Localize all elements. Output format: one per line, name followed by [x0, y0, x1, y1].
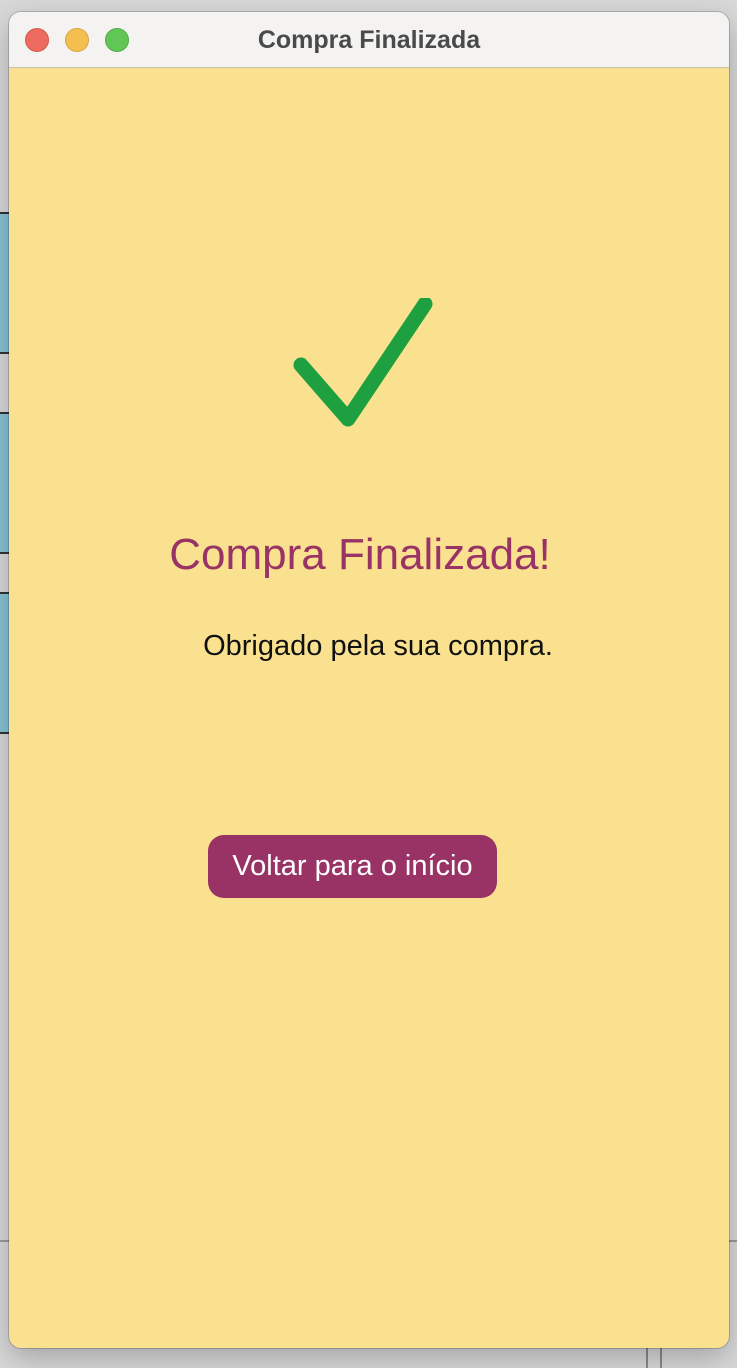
checkmark-icon [293, 298, 433, 427]
back-to-home-button[interactable]: Voltar para o início [208, 835, 497, 898]
window-title: Compra Finalizada [257, 26, 481, 54]
purchase-complete-window: Compra Finalizada Compra Finalizada! Obr… [9, 12, 729, 1348]
main-content: Compra Finalizada! Obrigado pela sua com… [9, 68, 729, 1348]
window-titlebar[interactable]: Compra Finalizada [9, 12, 729, 68]
page-title: Compra Finalizada! [169, 530, 551, 579]
thank-you-message: Obrigado pela sua compra. [203, 630, 553, 662]
